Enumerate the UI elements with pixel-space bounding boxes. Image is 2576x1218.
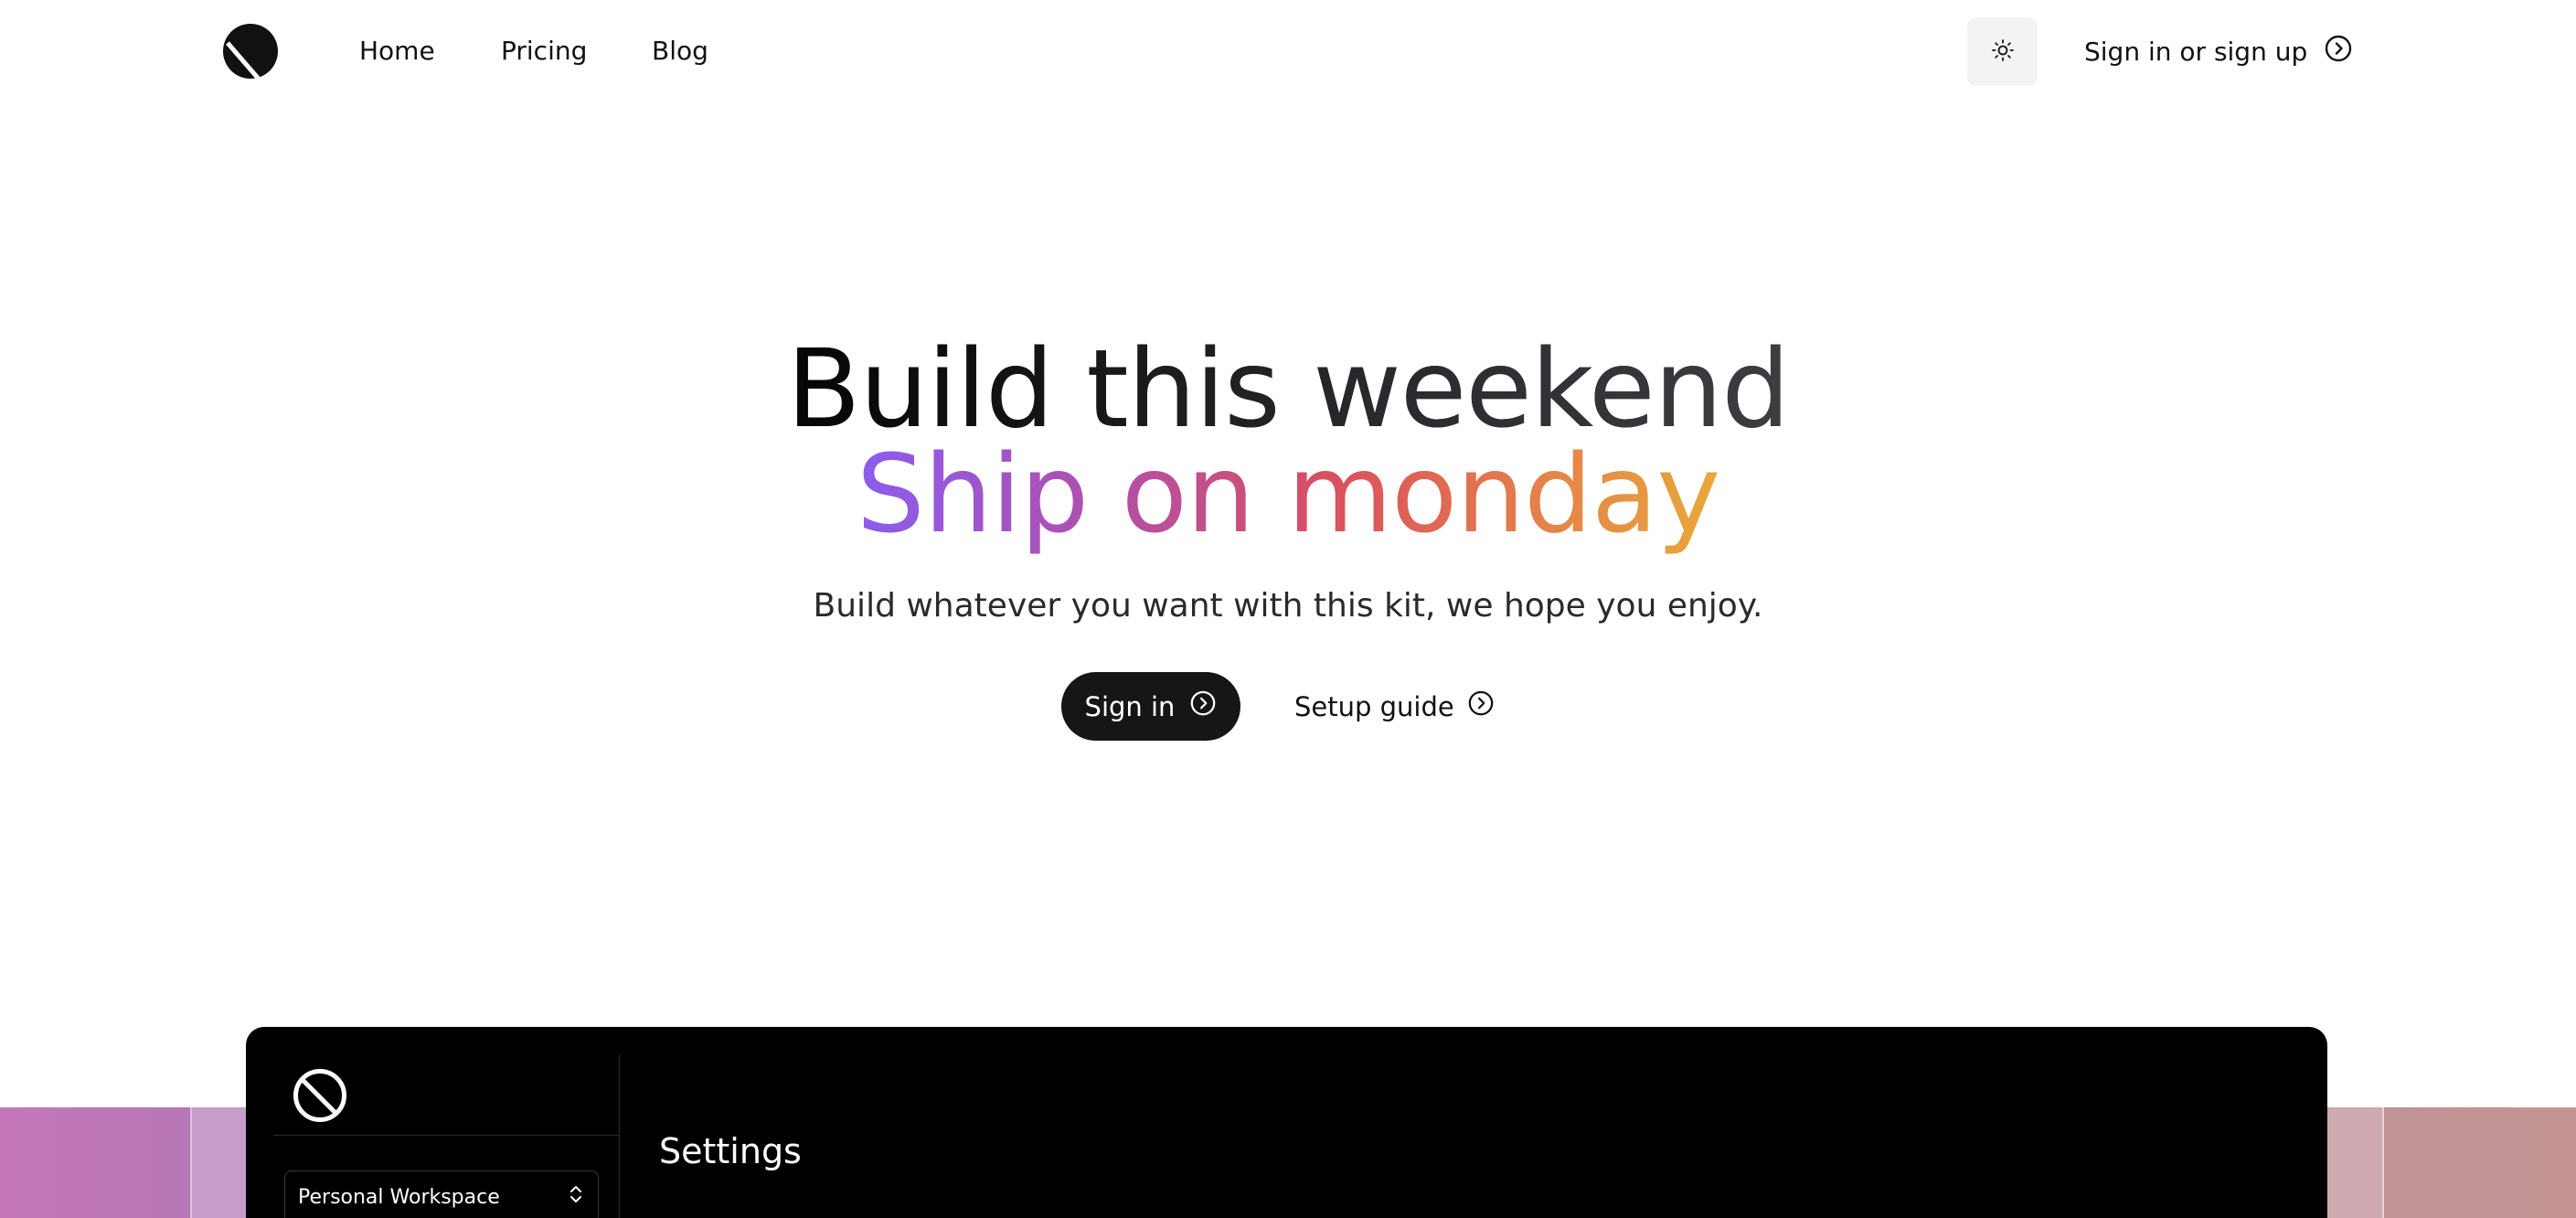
decor-band-right [2384,1107,2576,1218]
settings-page-title: Settings [659,1131,802,1171]
nav-blog-link[interactable]: Blog [652,33,708,69]
sign-in-button-label: Sign in [1084,690,1176,722]
sidebar-divider [273,1135,619,1136]
sign-in-or-sign-up-label: Sign in or sign up [2084,36,2308,67]
chevron-right-circle-icon [2324,34,2353,69]
hero-title-line-2: Ship on monday [0,430,2576,576]
chevron-right-circle-icon [1189,689,1217,723]
workspace-select-value: Personal Workspace [298,1185,500,1209]
hero-cta-row: Sign in Setup guide [0,672,2576,741]
setup-guide-label: Setup guide [1294,690,1454,722]
hero-subtitle: Build whatever you want with this kit, w… [813,587,1763,625]
nav-home-link[interactable]: Home [359,33,435,69]
nav-pricing-link[interactable]: Pricing [501,33,587,69]
circle-slash-logo-icon [293,1068,347,1123]
app-preview: Personal Workspace [246,1027,2327,1218]
workspace-select[interactable]: Personal Workspace [284,1170,599,1218]
site-header: Home Pricing Blog Sign in or sign up [0,0,2576,102]
decor-band-left [0,1107,190,1218]
sign-in-or-sign-up-link[interactable]: Sign in or sign up [2084,31,2353,71]
sun-icon [1991,38,2015,66]
decor-band-right-inner [2326,1107,2382,1218]
setup-guide-link[interactable]: Setup guide [1294,672,1495,741]
sidebar-border [619,1054,620,1218]
sign-in-button[interactable]: Sign in [1061,672,1240,741]
chevrons-up-down-icon [567,1183,585,1211]
decor-band-left-inner [192,1107,247,1218]
logo-icon[interactable] [222,23,279,80]
theme-toggle-button[interactable] [1967,17,2038,86]
chevron-right-circle-icon [1467,689,1495,723]
